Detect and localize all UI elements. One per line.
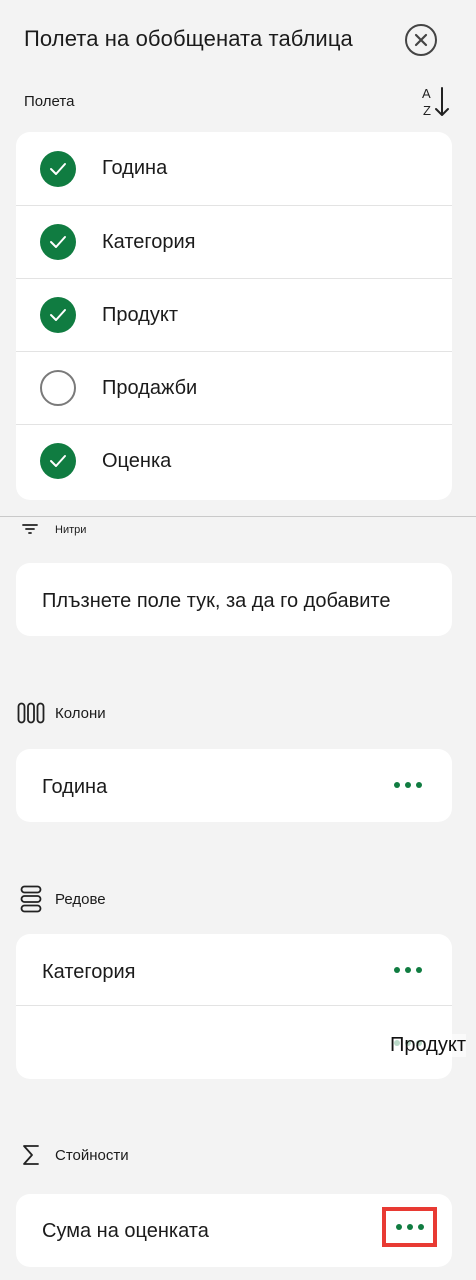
drop-zone-placeholder: Плъзнете поле тук, за да го добавите [42,590,391,612]
rows-section-label: Редове [55,891,106,908]
field-label: Продукт [102,303,178,326]
dot [417,1224,424,1230]
dot [406,1224,413,1230]
more-options-button[interactable] [388,955,428,985]
more-options-button[interactable] [382,1207,437,1247]
dragging-field-label[interactable]: Продукт [390,1034,466,1057]
close-button[interactable] [405,24,437,56]
field-item-rating[interactable]: Оценка [16,424,452,497]
divider [0,516,476,517]
unchecked-circle-icon[interactable] [40,370,76,406]
values-item-label[interactable]: Сума на оценката [42,1220,209,1243]
checked-circle-icon[interactable] [40,150,76,187]
rows-item-label[interactable]: Категория [42,961,136,984]
sort-a-z-icon: A Z [422,86,449,118]
rows-icon [19,885,43,913]
filters-drop-zone[interactable]: Плъзнете поле тук, за да го добавите [16,563,452,636]
field-label: Оценка [102,449,172,472]
values-area: Сума на оценката [16,1194,452,1267]
dot [394,782,400,788]
dot [405,782,411,788]
fields-list: Година Категория Продукт Продажби Оценка [16,132,452,500]
sort-button[interactable]: A Z [420,84,452,120]
fields-section-label: Полета [24,93,75,110]
filter-icon [22,521,38,537]
columns-area: Година [16,749,452,822]
dot [394,967,400,973]
dot [405,967,411,973]
sigma-icon [20,1143,42,1167]
filters-section-label: Нитри [55,524,87,536]
checked-circle-icon[interactable] [40,443,76,479]
close-icon [414,33,428,47]
dot [416,782,422,788]
more-options-button[interactable] [388,770,428,800]
values-section-label: Стойности [55,1147,129,1164]
dot [395,1224,402,1230]
columns-section-label: Колони [55,705,106,722]
columns-icon [17,701,45,725]
panel-title: Полета на обобщената таблица [24,26,353,51]
svg-text:A: A [422,86,431,101]
svg-text:Z: Z [423,103,431,118]
row-separator [16,1005,452,1006]
field-item-year[interactable]: Година [16,132,452,205]
rows-area: Категория [16,934,452,1079]
checked-circle-icon[interactable] [40,224,76,260]
field-label: Година [102,157,168,179]
field-label: Категория [102,230,196,253]
columns-item-label[interactable]: Година [42,776,107,799]
dot [416,967,422,973]
field-item-sales[interactable]: Продажби [16,351,452,424]
field-item-category[interactable]: Категория [16,205,452,278]
field-item-product[interactable]: Продукт [16,278,452,351]
checked-circle-icon[interactable] [40,297,76,333]
field-label: Продажби [102,376,198,399]
